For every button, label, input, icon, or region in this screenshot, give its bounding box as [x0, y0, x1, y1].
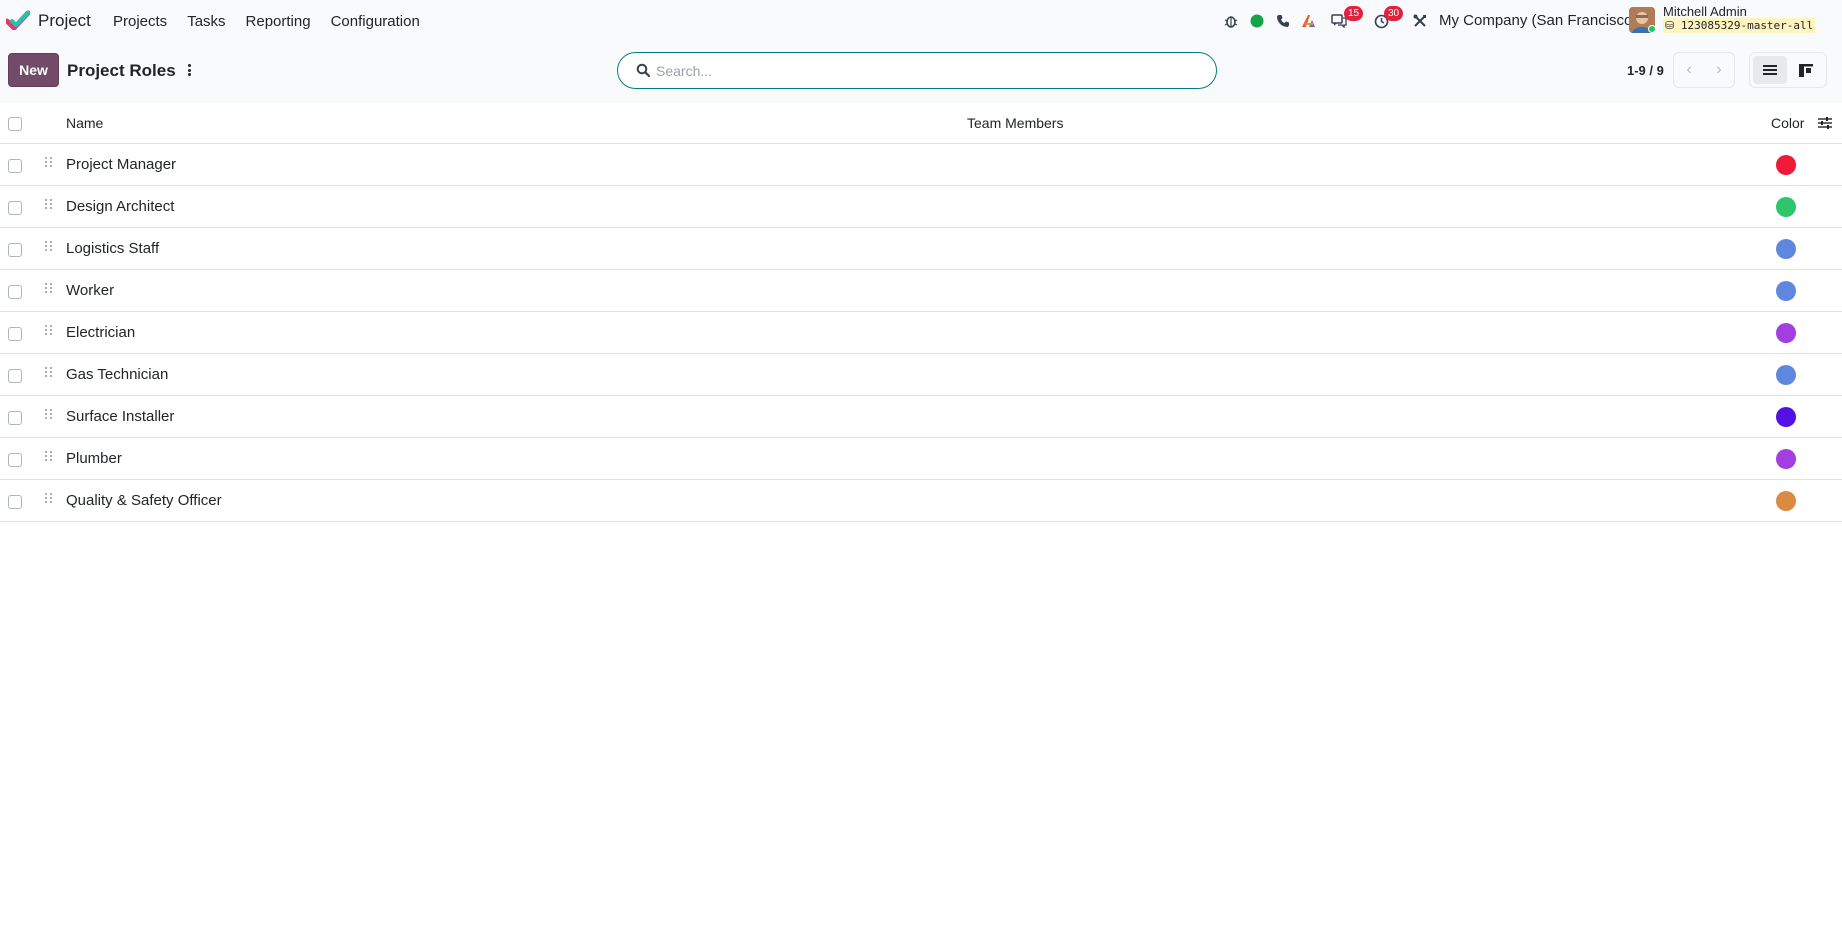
column-header-name[interactable]: Name	[66, 115, 103, 131]
role-name[interactable]: Gas Technician	[66, 366, 168, 383]
drag-handle-icon[interactable]	[45, 283, 53, 295]
row-checkbox[interactable]	[8, 285, 22, 299]
ai-icon[interactable]	[1300, 12, 1318, 30]
select-all-checkbox[interactable]	[8, 117, 22, 131]
tools-icon[interactable]	[1411, 12, 1429, 30]
drag-handle-icon[interactable]	[45, 451, 53, 463]
role-name[interactable]: Surface Installer	[66, 408, 174, 425]
top-navbar: Project Projects Tasks Reporting Configu…	[0, 0, 1842, 41]
row-checkbox[interactable]	[8, 201, 22, 215]
page-title: Project Roles	[67, 61, 176, 80]
table-row[interactable]: Logistics Staff	[0, 228, 1842, 270]
drag-handle-icon[interactable]	[45, 199, 53, 211]
row-checkbox[interactable]	[8, 159, 22, 173]
color-swatch[interactable]	[1776, 323, 1796, 343]
table-row[interactable]: Surface Installer	[0, 396, 1842, 438]
app-name[interactable]: Project	[38, 11, 91, 31]
role-name[interactable]: Electrician	[66, 324, 135, 341]
table-row[interactable]: Gas Technician	[0, 354, 1842, 396]
phone-icon[interactable]	[1274, 12, 1292, 30]
control-panel: New Project Roles 1-9 / 9 ‹ ›	[0, 41, 1842, 103]
row-checkbox[interactable]	[8, 327, 22, 341]
row-checkbox[interactable]	[8, 369, 22, 383]
row-checkbox[interactable]	[8, 243, 22, 257]
drag-handle-icon[interactable]	[45, 241, 53, 253]
menu-reporting[interactable]: Reporting	[246, 13, 311, 30]
table-row[interactable]: Project Manager	[0, 144, 1842, 186]
optional-columns-icon[interactable]	[1817, 116, 1833, 130]
drag-handle-icon[interactable]	[45, 367, 53, 379]
project-app-icon[interactable]	[6, 10, 30, 30]
table-row[interactable]: Plumber	[0, 438, 1842, 480]
roles-list-table: Name Team Members Color Project Manager D…	[0, 103, 1842, 522]
main-menu: Projects Tasks Reporting Configuration	[113, 13, 440, 30]
color-swatch[interactable]	[1776, 365, 1796, 385]
new-button[interactable]: New	[8, 53, 59, 87]
pager-navigation: ‹ ›	[1673, 52, 1735, 88]
presence-status-icon[interactable]	[1248, 12, 1266, 30]
drag-handle-icon[interactable]	[45, 409, 53, 421]
table-row[interactable]: Worker	[0, 270, 1842, 312]
role-name[interactable]: Plumber	[66, 450, 122, 467]
bug-icon[interactable]	[1222, 12, 1240, 30]
color-swatch[interactable]	[1776, 407, 1796, 427]
table-row[interactable]: Quality & Safety Officer	[0, 480, 1842, 522]
color-swatch[interactable]	[1776, 155, 1796, 175]
database-name-text: 123085329-master-all	[1680, 19, 1814, 32]
user-online-indicator	[1648, 25, 1656, 33]
actions-menu-icon[interactable]	[184, 61, 194, 79]
menu-tasks[interactable]: Tasks	[187, 13, 225, 30]
pager-previous-icon[interactable]: ‹	[1674, 53, 1704, 87]
search-bar[interactable]	[617, 52, 1217, 89]
messages-badge: 15	[1344, 6, 1364, 21]
drag-handle-icon[interactable]	[45, 493, 53, 505]
list-view-icon[interactable]	[1753, 56, 1787, 84]
table-header: Name Team Members Color	[0, 103, 1842, 144]
menu-projects[interactable]: Projects	[113, 13, 167, 30]
user-name[interactable]: Mitchell Admin	[1663, 4, 1747, 19]
role-name[interactable]: Project Manager	[66, 156, 176, 173]
view-switcher	[1749, 52, 1827, 88]
color-swatch[interactable]	[1776, 239, 1796, 259]
drag-handle-icon[interactable]	[45, 325, 53, 337]
pager-next-icon[interactable]: ›	[1704, 53, 1734, 87]
row-checkbox[interactable]	[8, 453, 22, 467]
company-switcher[interactable]: My Company (San Francisco)	[1439, 12, 1637, 29]
menu-configuration[interactable]: Configuration	[331, 13, 420, 30]
table-row[interactable]: Electrician	[0, 312, 1842, 354]
drag-handle-icon[interactable]	[45, 157, 53, 169]
role-name[interactable]: Quality & Safety Officer	[66, 492, 222, 509]
kanban-view-icon[interactable]	[1790, 56, 1824, 84]
search-icon	[636, 63, 651, 78]
role-name[interactable]: Design Architect	[66, 198, 174, 215]
color-swatch[interactable]	[1776, 281, 1796, 301]
row-checkbox[interactable]	[8, 495, 22, 509]
activities-badge: 30	[1384, 6, 1404, 21]
search-input[interactable]	[656, 61, 1196, 81]
color-swatch[interactable]	[1776, 449, 1796, 469]
row-checkbox[interactable]	[8, 411, 22, 425]
table-row[interactable]: Design Architect	[0, 186, 1842, 228]
role-name[interactable]: Logistics Staff	[66, 240, 159, 257]
role-name[interactable]: Worker	[66, 282, 114, 299]
column-header-color[interactable]: Color	[1771, 115, 1804, 131]
color-swatch[interactable]	[1776, 197, 1796, 217]
pager-value[interactable]: 1-9 / 9	[1627, 63, 1664, 78]
column-header-team-members[interactable]: Team Members	[967, 115, 1063, 131]
database-name: ⛁ 123085329-master-all	[1663, 18, 1816, 33]
color-swatch[interactable]	[1776, 491, 1796, 511]
